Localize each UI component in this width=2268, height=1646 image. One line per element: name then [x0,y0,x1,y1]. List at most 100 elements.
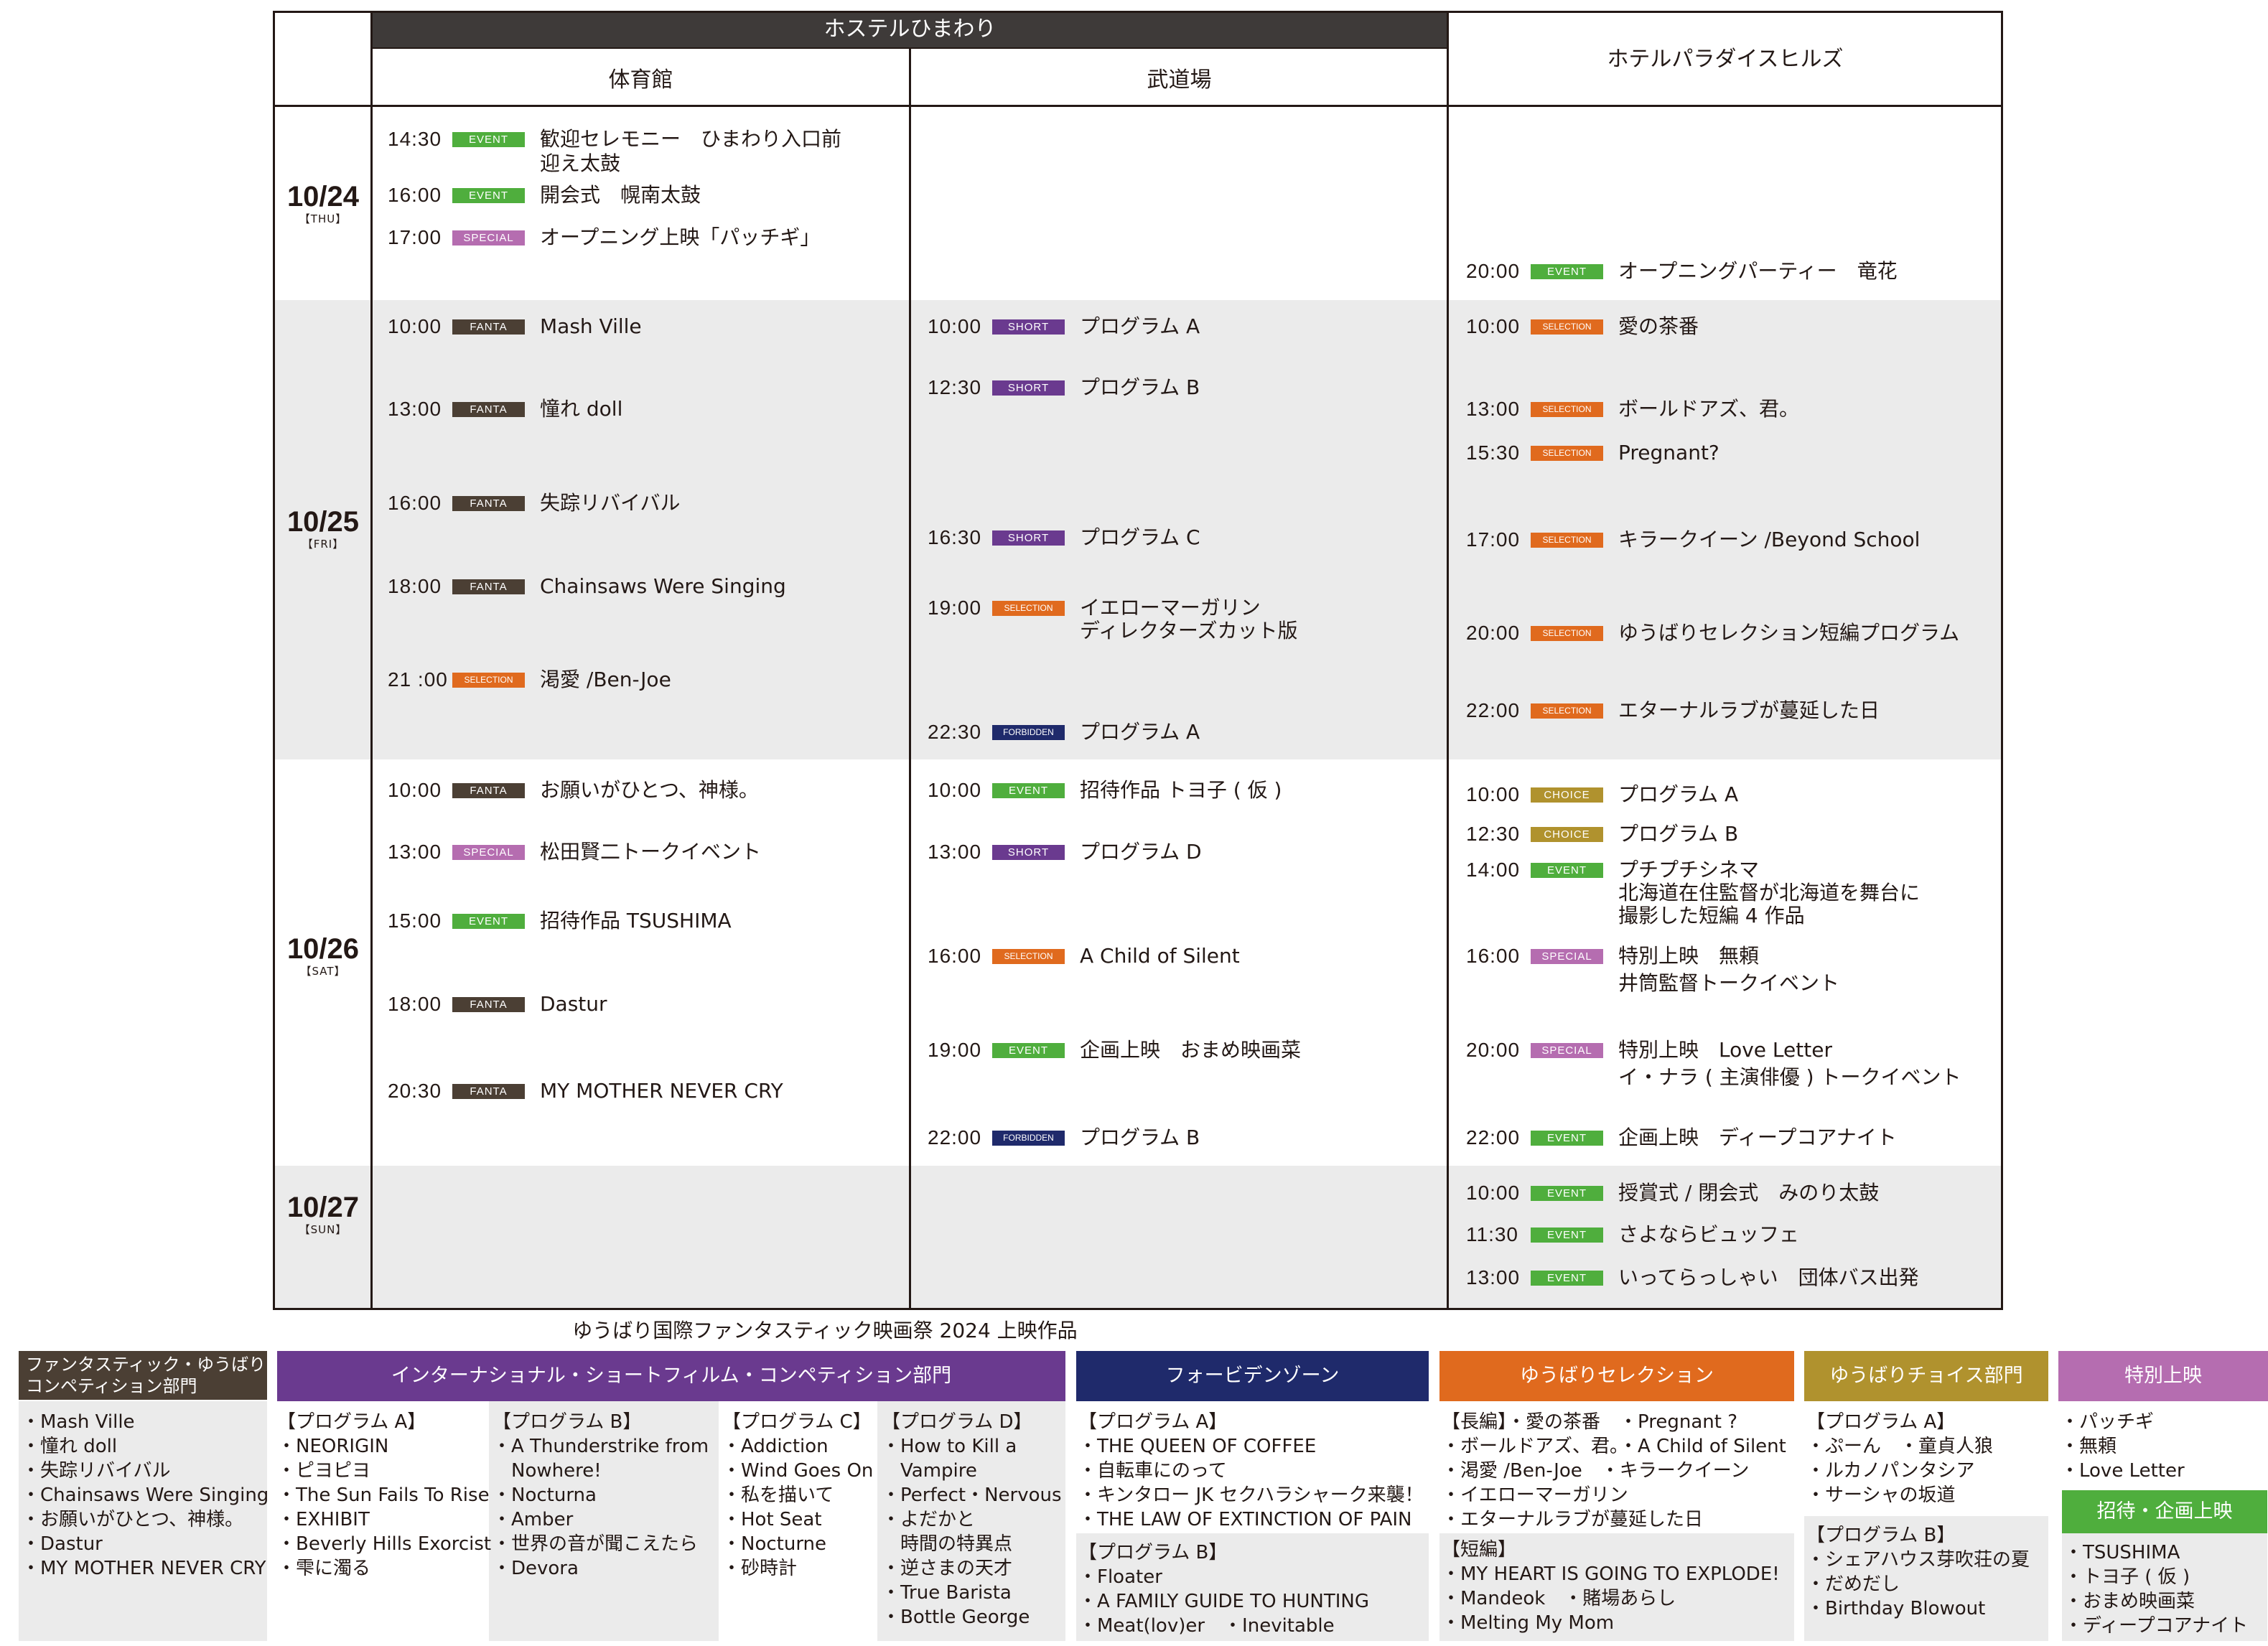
list-item: ・True Barista [882,1582,1012,1604]
event-tag-badge: SELECTION [1531,402,1603,417]
event-tag-badge: SELECTION [1531,533,1603,548]
list-item: ・Love Letter [2061,1460,2185,1482]
forbidden-heading: フォービデンゾーン [1076,1351,1429,1401]
event-tag-badge: EVENT [452,188,525,203]
event-title: プログラム B [1618,822,1739,846]
list-item: ・逆さまの天才 [882,1558,1013,1579]
event-time: 17:00 [388,226,442,248]
choice-program-b: 【プログラム B】 ・シェアハウス芽吹荘の夏 ・だめだし ・Birthday Blow… [1806,1523,2030,1621]
event-time: 22:00 [1466,1126,1521,1149]
catalog-title: ゆうばり国際ファンタスティック映画祭 2024 上映作品 [572,1319,1078,1342]
event-title: 開会式 幌南太鼓 [540,183,701,207]
event-title: 撮影した短編 4 作品 [1618,904,1805,927]
event-time: 12:30 [928,376,982,398]
list-item: ・TSUSHIMA [2064,1542,2180,1563]
weekday-label: 【SUN】 [299,1223,347,1236]
event-tag-badge: EVENT [1531,1228,1603,1243]
event-title: 愛の茶番 [1618,314,1699,338]
event-tag-badge: SPECIAL [452,230,525,246]
list-item: ・憧れ doll [22,1436,118,1457]
event-title: 特別上映 Love Letter [1618,1038,1832,1062]
event-tag-badge: SELECTION [992,949,1065,964]
program-title: 【プログラム B】 [493,1411,642,1433]
list-item: ・ディープコアナイト [2064,1615,2249,1637]
event-tag-badge: SHORT [992,845,1065,860]
event-tag-badge: FANTA [452,783,525,798]
event-title: 企画上映 おまめ映画菜 [1080,1038,1302,1062]
event-time: 18:00 [388,993,442,1015]
date-1026: 10/26 【SAT】 [274,933,372,978]
event-title: 北海道在住監督が北海道を舞台に [1618,881,1921,904]
event-time: 20:00 [1466,260,1521,282]
event-tag-badge: FORBIDDEN [992,1131,1065,1146]
event-title: 招待作品 TSUSHIMA [540,909,732,932]
event-time: 10:00 [1466,315,1521,337]
event-title: 迎え太鼓 [540,151,621,175]
event-title: Mash Ville [540,314,642,338]
list-item: ・NEORIGIN [277,1436,389,1457]
budokan-header: 武道場 [1147,67,1212,93]
list-item: ・パッチギ [2061,1411,2155,1433]
date-label: 10/25 [286,506,360,538]
list-item: ・砂時計 [722,1558,798,1579]
list-item: ・エターナルラブが蔓延した日 [1442,1509,1704,1530]
list-item: ・渇愛 /Ben-Joe ・キラークイーン [1442,1460,1750,1482]
list-item: ・キンタロー JK セクハラシャーク来襲！ [1078,1484,1424,1506]
event-time: 19:00 [928,597,982,619]
weekday-label: 【SAT】 [300,965,346,978]
date-label: 10/27 [286,1192,360,1223]
event-time: 10:00 [928,779,982,801]
event-tag-badge: SELECTION [992,601,1065,616]
program-title: 【プログラム B】 [1078,1542,1228,1563]
event-time: 11:30 [1466,1223,1518,1245]
weekday-label: 【THU】 [299,212,347,225]
list-item: ・Dastur [22,1533,103,1555]
event-time: 16:30 [928,526,982,548]
event-tag-badge: SHORT [992,530,1065,546]
list-item: ・THE LAW OF EXTINCTION OF PAIN [1078,1509,1412,1530]
event-time: 13:00 [388,841,442,863]
event-tag-badge: SPECIAL [1531,949,1603,964]
list-item: ・よだかと [882,1509,976,1530]
event-tag-badge: EVENT [452,132,525,147]
event-time: 10:00 [928,315,982,337]
choice-program-a: 【プログラム A】 ・ぷーん ・童貞人狼 ・ルカノパンタシア ・サーシャの坂道 [1806,1410,1993,1507]
event-title: 渇愛 /Ben-Joe [540,668,671,691]
list-item: ・Addiction [722,1436,829,1457]
event-tag-badge: EVENT [1531,1186,1603,1201]
list-item: ・Nocturna [493,1484,597,1506]
event-title: プログラム D [1080,840,1202,864]
selection-heading: ゆうばりセレクション [1439,1351,1794,1401]
event-tag-badge: SPECIAL [1531,1043,1603,1058]
event-title: 企画上映 ディープコアナイト [1618,1126,1897,1149]
list-item: ・自転車にのって [1078,1460,1227,1482]
event-title: 特別上映 無頼 [1618,944,1760,968]
fanta-heading-line: ファンタスティック・ゆうばり [26,1355,266,1375]
event-tag-badge: SELECTION [1531,626,1603,641]
event-title: A Child of Silent [1080,944,1240,968]
list-item: ・私を描いて [722,1484,834,1506]
event-title: ディレクターズカット版 [1080,619,1298,642]
venue-group-label: ホステルひまわり [823,17,997,42]
gym-header: 体育館 [608,67,673,93]
invite-heading: 招待・企画上映 [2062,1490,2267,1533]
short-program-a: 【プログラム A】 ・NEORIGIN ・ピヨピヨ ・The Sun Fails To… [277,1410,491,1581]
list-item: ・A Thunderstrike from [493,1436,709,1457]
event-tag-badge: SELECTION [1531,319,1603,335]
list-item: 時間の特異点 [882,1533,1013,1555]
weekday-label: 【FRI】 [302,538,345,551]
list-item: ・ぷーん ・童貞人狼 [1806,1436,1994,1457]
event-title: プログラム A [1618,782,1739,806]
list-item: ・Melting My Mom [1442,1612,1615,1634]
selection-short-list: 【短編】 ・MY HEART IS GOING TO EXPLODE! ・Mande… [1442,1538,1780,1635]
event-tag-badge: SPECIAL [452,845,525,860]
event-time: 13:00 [1466,1266,1521,1289]
event-time: 14:30 [388,128,442,150]
event-title: イ・ナラ ( 主演俳優 ) トークイベント [1618,1065,1961,1089]
event-time: 20:00 [1466,622,1521,644]
event-time: 10:00 [1466,1182,1521,1204]
list-item: ・Wind Goes On [722,1460,874,1482]
list-item: ・失踪リバイバル [22,1460,171,1482]
event-tag-badge: SELECTION [1531,703,1603,719]
fanta-heading: ファンタスティック・ゆうばり コンペティション部門 [19,1351,267,1400]
